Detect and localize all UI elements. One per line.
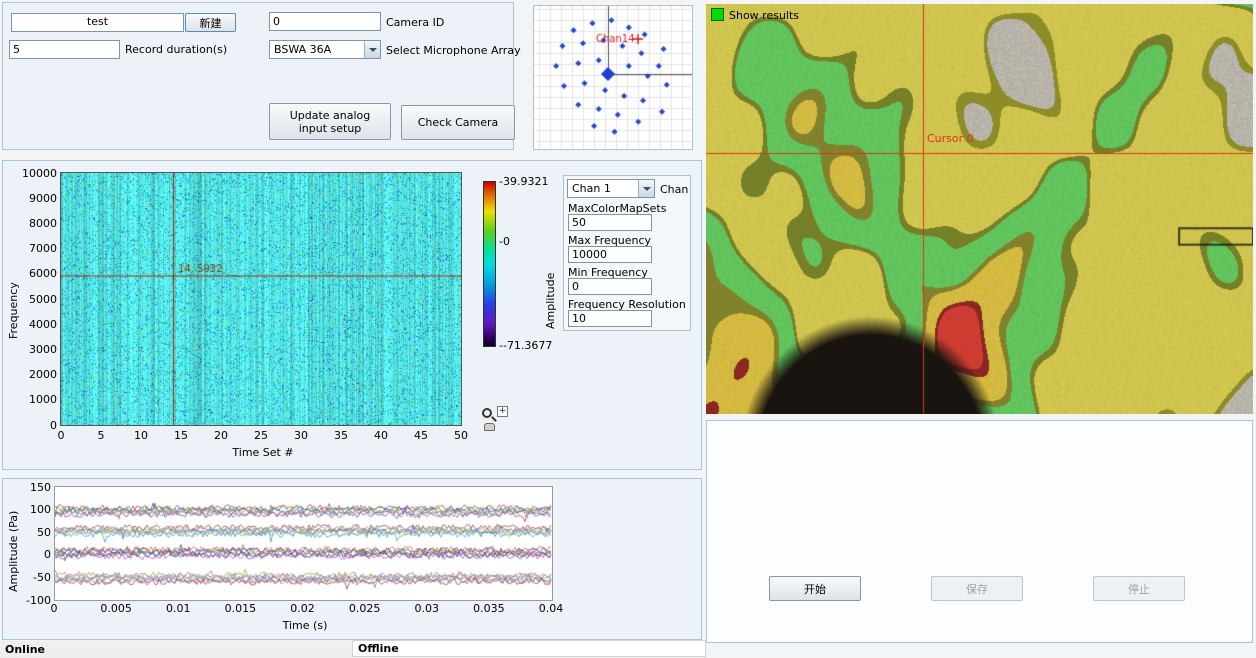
tick-label: 0.03 <box>411 602 443 615</box>
max-frequency-input[interactable] <box>568 246 652 263</box>
chan-select[interactable]: Chan 1 <box>567 179 655 198</box>
check-camera-button[interactable]: Check Camera <box>401 105 515 140</box>
tick-label: 2000 <box>15 368 57 381</box>
status-bar: Online Offline <box>0 641 706 658</box>
test-name-field[interactable]: test <box>11 13 184 32</box>
chevron-down-icon[interactable] <box>638 180 654 197</box>
waveform-panel: Amplitude (Pa) 150100500-50-100 00.0050.… <box>2 478 702 640</box>
tick-label: 6000 <box>15 267 57 280</box>
tick-label: 25 <box>247 429 275 442</box>
control-panel: 开始 保存 停止 <box>706 420 1253 643</box>
tick-label: 0.025 <box>349 602 381 615</box>
tick-label: 10 <box>127 429 155 442</box>
tick-label: 20 <box>207 429 235 442</box>
tick-label: 5000 <box>15 293 57 306</box>
tick-label: 0.015 <box>224 602 256 615</box>
mic-array-label: Select Microphone Array <box>386 44 521 57</box>
tick-label: 50 <box>17 526 51 539</box>
colorbar-title: Amplitude <box>544 236 557 366</box>
camera-result-view: Show results Cursor 0 <box>706 4 1253 414</box>
chevron-down-icon[interactable] <box>364 41 380 58</box>
tick-label: 30 <box>287 429 315 442</box>
online-status-label: Online <box>5 643 45 656</box>
spectrogram-x-axis-title: Time Set # <box>228 446 298 459</box>
config-panel: test 新建 Record duration(s) Camera ID BSW… <box>2 2 514 150</box>
tick-label: 0.035 <box>473 602 505 615</box>
mic-array-selected-value: BSWA 36A <box>274 43 331 56</box>
spectrogram-plot[interactable] <box>60 172 462 426</box>
stop-button[interactable]: 停止 <box>1093 576 1185 601</box>
frequency-resolution-input[interactable] <box>568 310 652 327</box>
mic-array-select[interactable]: BSWA 36A <box>269 40 381 59</box>
mic-array-plot[interactable] <box>534 6 692 149</box>
start-button[interactable]: 开始 <box>769 576 861 601</box>
tick-label: 40 <box>367 429 395 442</box>
tick-label: 50 <box>447 429 475 442</box>
chan-selected-value: Chan 1 <box>572 182 611 195</box>
waveform-plot[interactable] <box>54 486 553 601</box>
tick-label: 1000 <box>15 393 57 406</box>
camera-id-label: Camera ID <box>386 16 444 29</box>
offline-status-field: Offline <box>352 640 706 657</box>
chan-label: Chan <box>660 183 688 196</box>
tick-label: 45 <box>407 429 435 442</box>
tick-label: 0 <box>47 429 75 442</box>
new-button[interactable]: 新建 <box>185 13 236 32</box>
record-duration-label: Record duration(s) <box>125 43 227 56</box>
max-colormap-input[interactable] <box>568 214 652 231</box>
colorbar-max-label: -39.9321 <box>499 175 548 188</box>
amplitude-colorbar <box>483 181 496 347</box>
tick-label: 0 <box>17 548 51 561</box>
graph-pan-icon[interactable] <box>484 423 495 431</box>
show-results-checkbox[interactable] <box>711 8 724 21</box>
tick-label: -50 <box>17 571 51 584</box>
tick-label: 8000 <box>15 217 57 230</box>
show-results-label: Show results <box>729 9 799 22</box>
tick-label: 35 <box>327 429 355 442</box>
tick-label: 15 <box>167 429 195 442</box>
spectrogram-panel: Frequency 100009000800070006000500040003… <box>2 160 702 470</box>
graph-zoom-icon[interactable] <box>482 408 492 418</box>
waveform-x-axis-title: Time (s) <box>265 619 345 632</box>
tick-label: 100 <box>17 503 51 516</box>
colorbar-mid-label: -0 <box>499 235 510 248</box>
tick-label: 3000 <box>15 343 57 356</box>
acoustic-camera-app: test 新建 Record duration(s) Camera ID BSW… <box>0 0 1256 658</box>
tick-label: 9000 <box>15 192 57 205</box>
tick-label: 0 <box>38 602 70 615</box>
update-analog-input-button[interactable]: Update analog input setup <box>269 103 391 140</box>
mic-array-panel <box>533 5 693 150</box>
tick-label: 0.005 <box>100 602 132 615</box>
tick-label: 5 <box>87 429 115 442</box>
camera-result-image[interactable] <box>706 4 1253 414</box>
record-duration-input[interactable] <box>9 40 120 59</box>
tick-label: 0.02 <box>287 602 319 615</box>
tick-label: 150 <box>17 481 51 494</box>
spectrogram-controls-group: Chan 1 Chan MaxColorMapSets Max Frequenc… <box>563 175 691 331</box>
save-button[interactable]: 保存 <box>931 576 1023 601</box>
tick-label: 7000 <box>15 242 57 255</box>
tick-label: 0.04 <box>535 602 567 615</box>
tick-label: 0.01 <box>162 602 194 615</box>
tick-label: 10000 <box>15 167 57 180</box>
camera-id-input[interactable] <box>269 12 381 31</box>
graph-cursor-icon[interactable]: + <box>497 406 508 417</box>
min-frequency-input[interactable] <box>568 278 652 295</box>
tick-label: 4000 <box>15 318 57 331</box>
camera-cursor-label: Cursor 0 <box>927 132 974 145</box>
